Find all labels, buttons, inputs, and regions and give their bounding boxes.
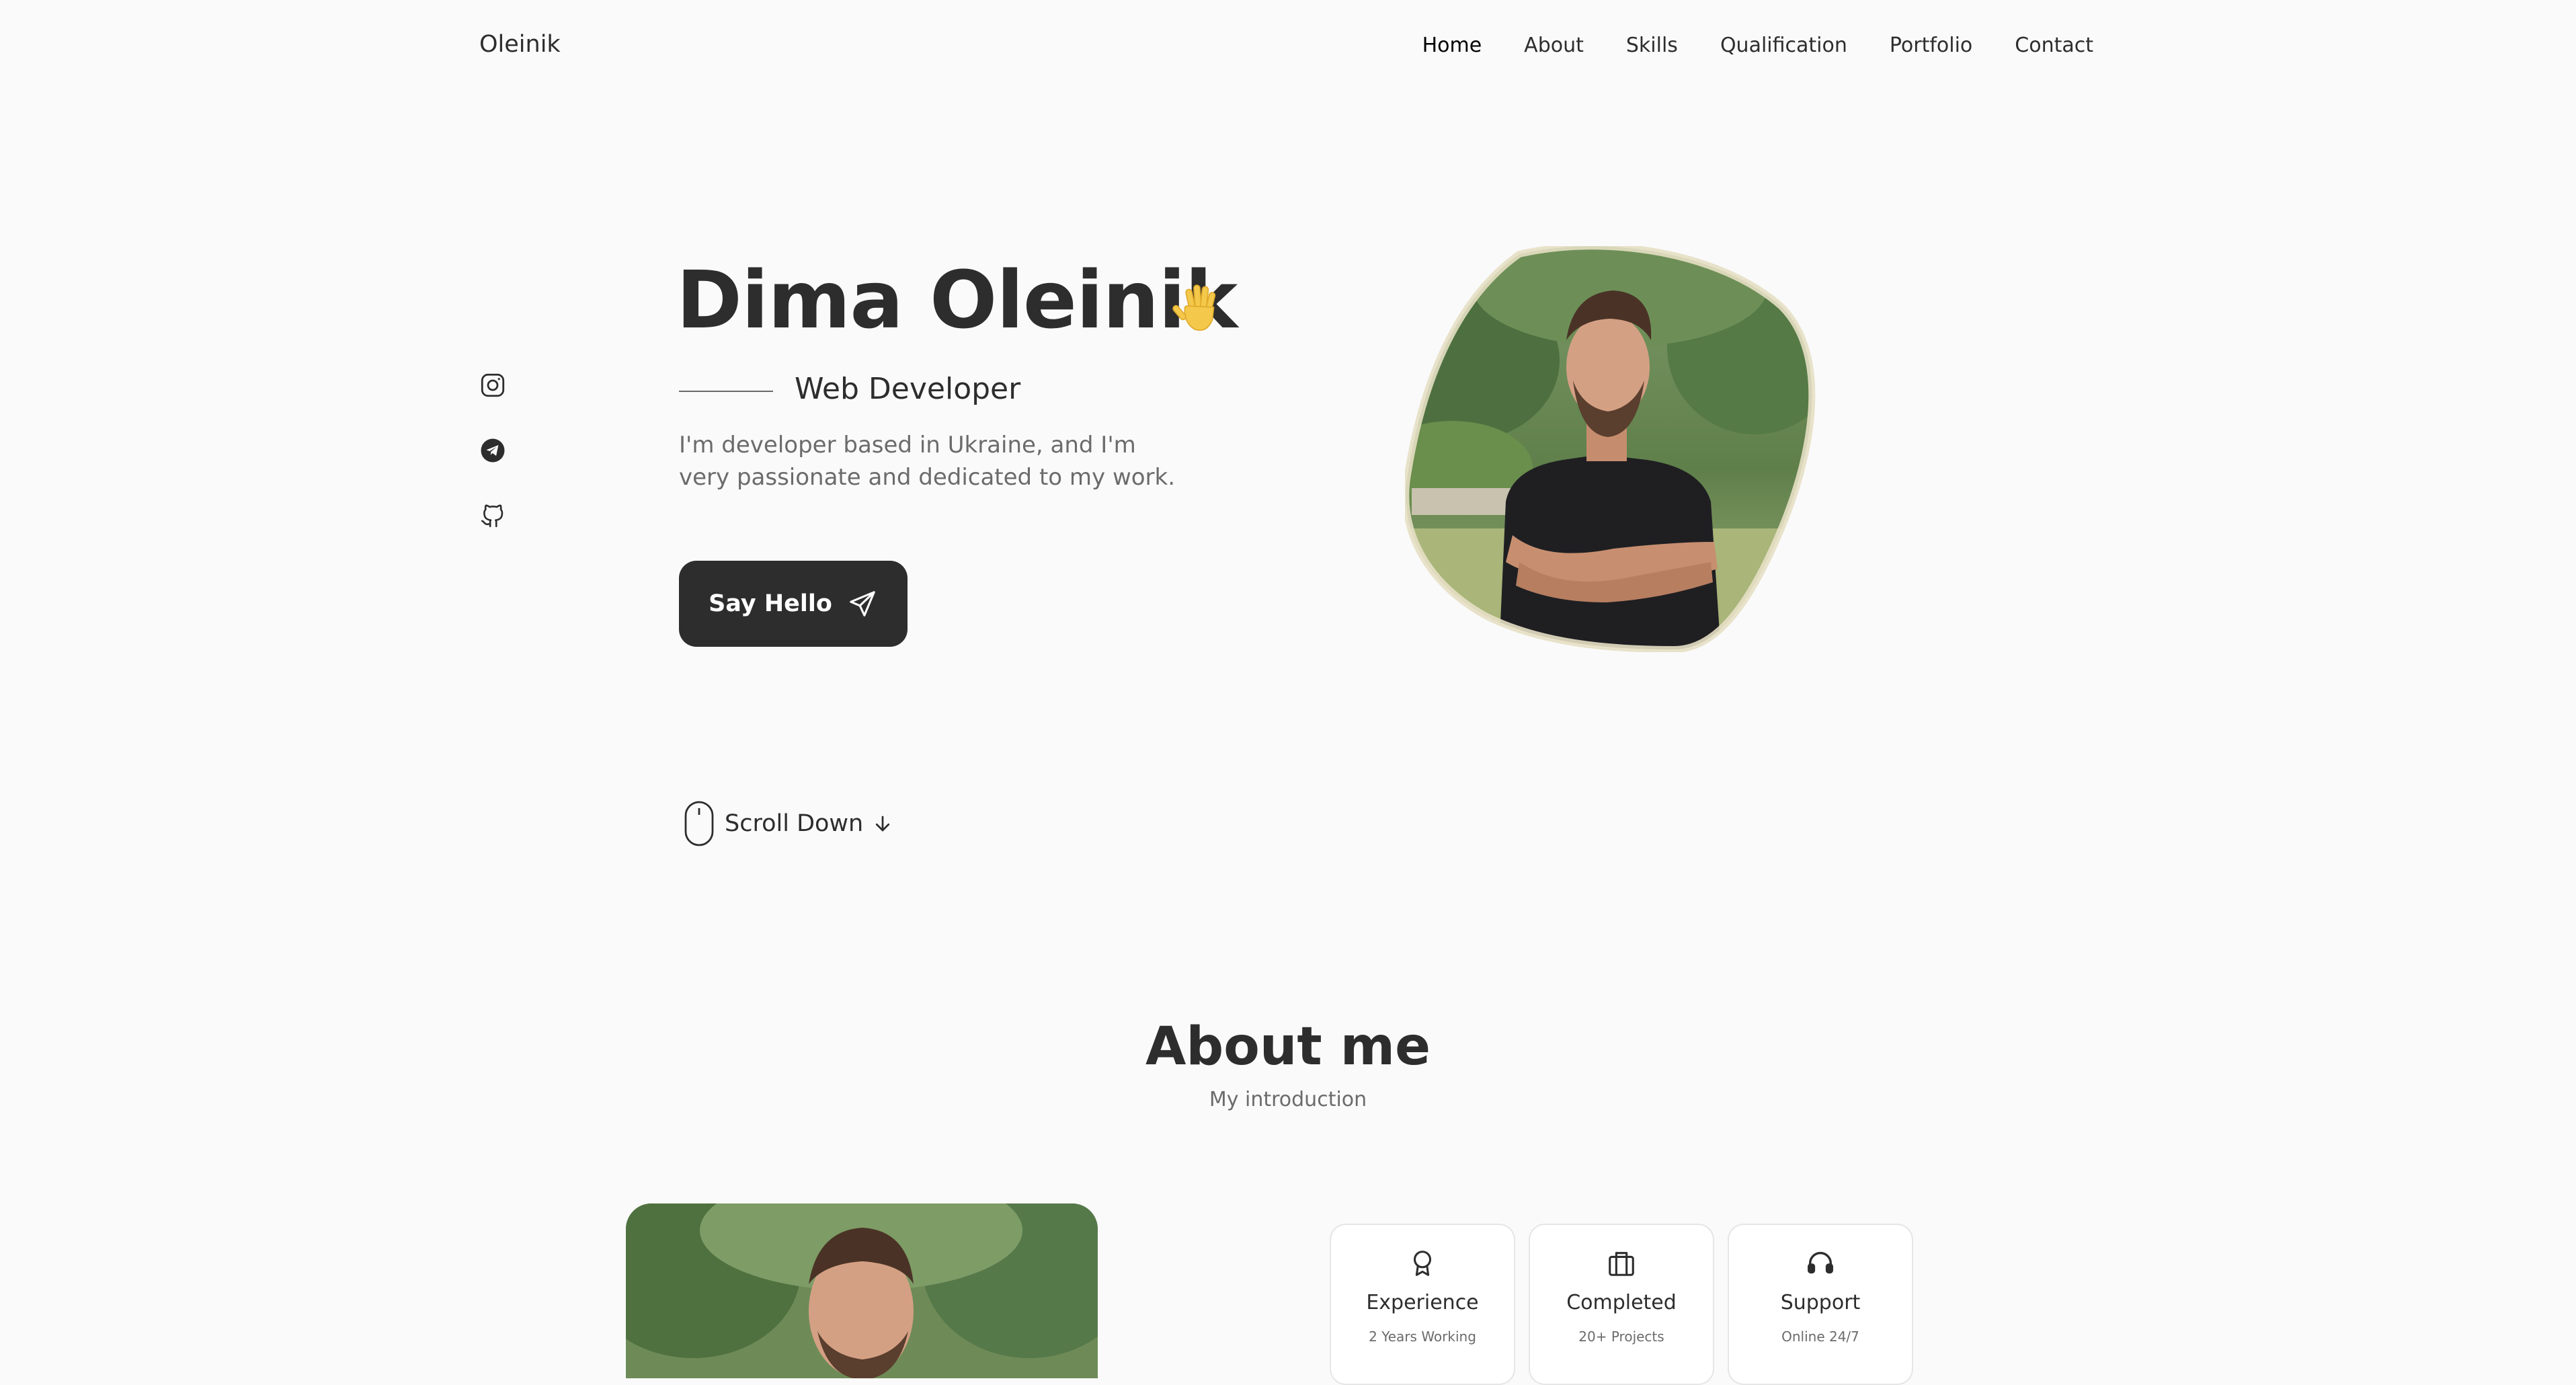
main-nav: Home About Skills Qualification Portfoli… bbox=[1422, 34, 2093, 57]
info-card-completed: Completed 20+ Projects bbox=[1529, 1224, 1714, 1385]
info-card-experience: Experience 2 Years Working bbox=[1330, 1224, 1515, 1385]
waving-hand-icon bbox=[1170, 281, 1225, 336]
headset-icon bbox=[1805, 1248, 1836, 1279]
card-title: Support bbox=[1780, 1291, 1861, 1314]
hero-name: Dima Oleinik bbox=[676, 253, 1238, 346]
mouse-icon bbox=[683, 800, 715, 847]
card-subtitle: 2 Years Working bbox=[1369, 1329, 1476, 1345]
site-header: Oleinik Home About Skills Qualification … bbox=[0, 0, 2576, 94]
arrow-down-icon bbox=[873, 814, 893, 834]
briefcase-icon bbox=[1606, 1248, 1637, 1279]
github-icon[interactable] bbox=[479, 502, 507, 530]
say-hello-label: Say Hello bbox=[709, 590, 832, 617]
nav-contact[interactable]: Contact bbox=[2015, 34, 2093, 57]
card-title: Experience bbox=[1366, 1291, 1479, 1314]
scroll-down-label: Scroll Down bbox=[725, 810, 864, 837]
telegram-icon[interactable] bbox=[479, 436, 507, 465]
scroll-down-button[interactable]: Scroll Down bbox=[683, 800, 893, 847]
nav-portfolio[interactable]: Portfolio bbox=[1890, 34, 1972, 57]
send-icon bbox=[847, 588, 878, 619]
nav-home[interactable]: Home bbox=[1422, 34, 1482, 57]
nav-skills[interactable]: Skills bbox=[1626, 34, 1678, 57]
social-links bbox=[479, 371, 507, 530]
card-subtitle: 20+ Projects bbox=[1578, 1329, 1664, 1345]
card-title: Completed bbox=[1566, 1291, 1677, 1314]
award-icon bbox=[1407, 1248, 1438, 1279]
card-subtitle: Online 24/7 bbox=[1781, 1329, 1859, 1345]
instagram-icon[interactable] bbox=[479, 371, 507, 399]
subtitle-divider bbox=[679, 391, 773, 392]
about-title: About me bbox=[1145, 1017, 1431, 1077]
about-subtitle: My introduction bbox=[1209, 1088, 1367, 1111]
hero-subtitle: Web Developer bbox=[795, 372, 1021, 406]
nav-about[interactable]: About bbox=[1524, 34, 1584, 57]
nav-qualification[interactable]: Qualification bbox=[1720, 34, 1847, 57]
about-profile-image bbox=[626, 1203, 1098, 1378]
info-card-support: Support Online 24/7 bbox=[1728, 1224, 1913, 1385]
hero-description: I'm developer based in Ukraine, and I'm … bbox=[679, 432, 1176, 491]
logo[interactable]: Oleinik bbox=[479, 31, 561, 58]
hero-profile-image bbox=[1405, 246, 1816, 652]
say-hello-button[interactable]: Say Hello bbox=[679, 561, 908, 647]
about-info-cards: Experience 2 Years Working Completed 20+… bbox=[1330, 1224, 1913, 1385]
